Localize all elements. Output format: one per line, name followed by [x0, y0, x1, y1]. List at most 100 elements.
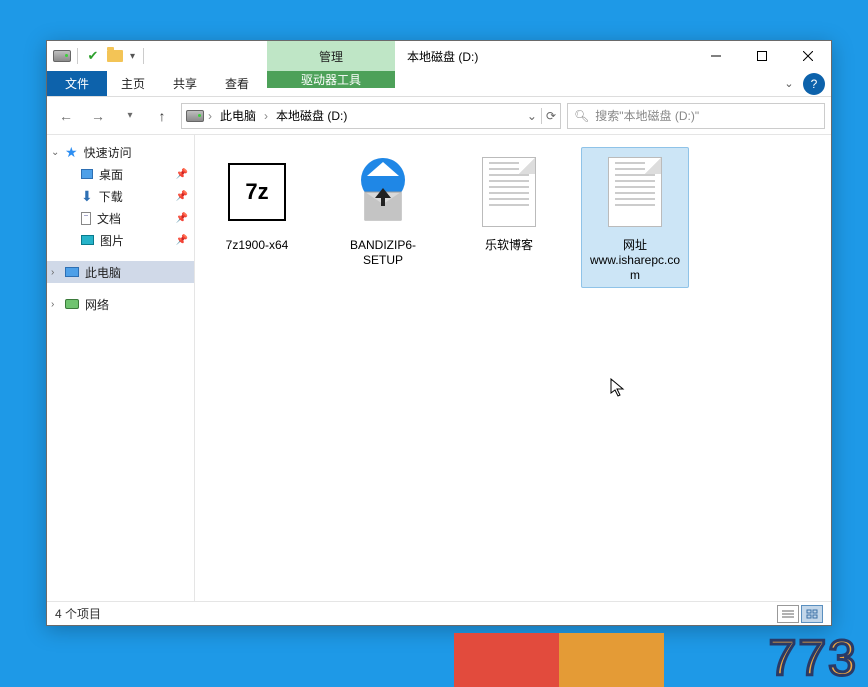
view-mode-switch — [777, 605, 823, 623]
ribbon-tabs: 文件 主页 共享 查看 驱动器工具 ⌄ ? — [47, 71, 831, 97]
desktop-icon — [81, 169, 93, 179]
overlay-number: 773 — [769, 629, 858, 687]
file-item[interactable]: 网址www.isharepc.com — [581, 147, 689, 288]
address-separator: › — [208, 109, 212, 123]
expand-icon[interactable]: › — [51, 299, 54, 310]
file-icon — [469, 152, 549, 232]
file-item[interactable]: BANDIZIP6-SETUP — [329, 147, 437, 288]
back-button[interactable]: ← — [53, 103, 79, 129]
bandizip-icon — [347, 156, 419, 228]
overlay-block-red — [454, 633, 559, 687]
icons-view-button[interactable] — [801, 605, 823, 623]
file-label: 7z1900-x64 — [226, 238, 289, 253]
help-button[interactable]: ? — [803, 73, 825, 95]
tree-item-desktop[interactable]: 桌面 📌 — [47, 163, 194, 185]
qat-dropdown-icon[interactable]: ▾ — [128, 51, 137, 62]
file-label: 乐软博客 — [485, 238, 533, 253]
pin-icon: 📌 — [176, 235, 188, 246]
tree-quick-access[interactable]: ⌄ ★ 快速访问 — [47, 141, 194, 163]
tab-share[interactable]: 共享 — [159, 71, 211, 96]
file-icon — [343, 152, 423, 232]
status-bar: 4 个项目 — [47, 601, 831, 625]
navigation-pane: ⌄ ★ 快速访问 桌面 📌 ⬇ 下载 📌 文档 📌 图片 — [47, 135, 195, 601]
file-item[interactable]: 乐软博客 — [455, 147, 563, 288]
qat-properties-icon[interactable]: ✔ — [84, 47, 102, 65]
expand-icon[interactable]: › — [51, 267, 54, 278]
maximize-icon — [757, 51, 767, 61]
pin-icon: 📌 — [176, 191, 188, 202]
file-icon — [595, 152, 675, 232]
qat-separator-2 — [143, 48, 144, 64]
address-divider — [541, 108, 542, 124]
refresh-button[interactable]: ⟳ — [546, 109, 556, 123]
maximize-button[interactable] — [739, 41, 785, 71]
body: ⌄ ★ 快速访问 桌面 📌 ⬇ 下载 📌 文档 📌 图片 — [47, 135, 831, 601]
close-icon — [803, 51, 813, 61]
tree-label: 快速访问 — [84, 144, 132, 161]
pin-icon: 📌 — [176, 169, 188, 180]
icons-view-icon — [806, 609, 818, 619]
document-icon — [81, 212, 91, 225]
address-separator: › — [264, 109, 268, 123]
tree-label: 文档 — [97, 210, 121, 227]
star-icon: ★ — [65, 144, 78, 161]
page-icon — [482, 157, 536, 227]
up-button[interactable]: ↑ — [149, 103, 175, 129]
search-icon: 🔍︎ — [574, 109, 589, 123]
qat-separator — [77, 48, 78, 64]
status-text: 4 个项目 — [55, 605, 101, 622]
quick-access-toolbar: ✔ ▾ — [47, 47, 146, 65]
ribbon-context-group: 管理 — [267, 41, 395, 71]
file-label: BANDIZIP6-SETUP — [334, 238, 432, 268]
drive-icon — [53, 47, 71, 65]
ribbon-context-label: 管理 — [319, 48, 343, 65]
content-area[interactable]: 7z 7z1900-x64 BANDIZIP6-SETUP — [195, 135, 831, 601]
address-segment-pc[interactable]: 此电脑 — [216, 107, 260, 124]
close-button[interactable] — [785, 41, 831, 71]
tree-item-documents[interactable]: 文档 📌 — [47, 207, 194, 229]
details-view-button[interactable] — [777, 605, 799, 623]
details-view-icon — [782, 609, 794, 619]
tree-item-pictures[interactable]: 图片 📌 — [47, 229, 194, 251]
tree-label: 桌面 — [99, 166, 123, 183]
window-controls — [693, 41, 831, 71]
file-icon: 7z — [217, 152, 297, 232]
address-bar[interactable]: › 此电脑 › 本地磁盘 (D:) ⌄ ⟳ — [181, 103, 561, 129]
tree-label: 此电脑 — [85, 264, 121, 281]
download-icon: ⬇ — [81, 188, 93, 205]
tab-view[interactable]: 查看 — [211, 71, 263, 96]
address-drive-icon — [186, 107, 204, 125]
address-dropdown-icon[interactable]: ⌄ — [527, 109, 537, 123]
navigation-row: ← → ▾ ↑ › 此电脑 › 本地磁盘 (D:) ⌄ ⟳ 🔍︎ 搜索"本地磁盘… — [47, 97, 831, 135]
forward-button[interactable]: → — [85, 103, 111, 129]
explorer-window: ✔ ▾ 管理 本地磁盘 (D:) 文件 主页 共享 查看 驱动器工具 ⌄ ? — [46, 40, 832, 626]
search-box[interactable]: 🔍︎ 搜索"本地磁盘 (D:)" — [567, 103, 825, 129]
tree-label: 下载 — [99, 188, 123, 205]
overlay-block-orange — [559, 633, 664, 687]
recent-locations-button[interactable]: ▾ — [117, 103, 143, 129]
minimize-icon — [711, 51, 721, 61]
tab-home[interactable]: 主页 — [107, 71, 159, 96]
expand-icon[interactable]: ⌄ — [51, 147, 59, 158]
window-title: 本地磁盘 (D:) — [407, 41, 478, 71]
title-bar: ✔ ▾ 管理 本地磁盘 (D:) — [47, 41, 831, 71]
address-right-controls: ⌄ ⟳ — [527, 108, 556, 124]
qat-folder-icon[interactable] — [106, 47, 124, 65]
file-label: 网址www.isharepc.com — [586, 238, 684, 283]
sevenzip-icon: 7z — [228, 163, 286, 221]
network-icon — [65, 299, 79, 309]
page-icon — [608, 157, 662, 227]
tree-item-downloads[interactable]: ⬇ 下载 📌 — [47, 185, 194, 207]
tree-label: 网络 — [85, 296, 109, 313]
tree-network[interactable]: › 网络 — [47, 293, 194, 315]
tab-drive-tools[interactable]: 驱动器工具 — [267, 71, 395, 88]
search-placeholder: 搜索"本地磁盘 (D:)" — [595, 107, 699, 124]
ribbon-expand-icon[interactable]: ⌄ — [775, 71, 803, 96]
minimize-button[interactable] — [693, 41, 739, 71]
file-item[interactable]: 7z 7z1900-x64 — [203, 147, 311, 288]
tab-file[interactable]: 文件 — [47, 71, 107, 96]
tree-label: 图片 — [100, 232, 124, 249]
pictures-icon — [81, 235, 94, 245]
address-segment-drive[interactable]: 本地磁盘 (D:) — [272, 107, 351, 124]
tree-this-pc[interactable]: › 此电脑 — [47, 261, 194, 283]
